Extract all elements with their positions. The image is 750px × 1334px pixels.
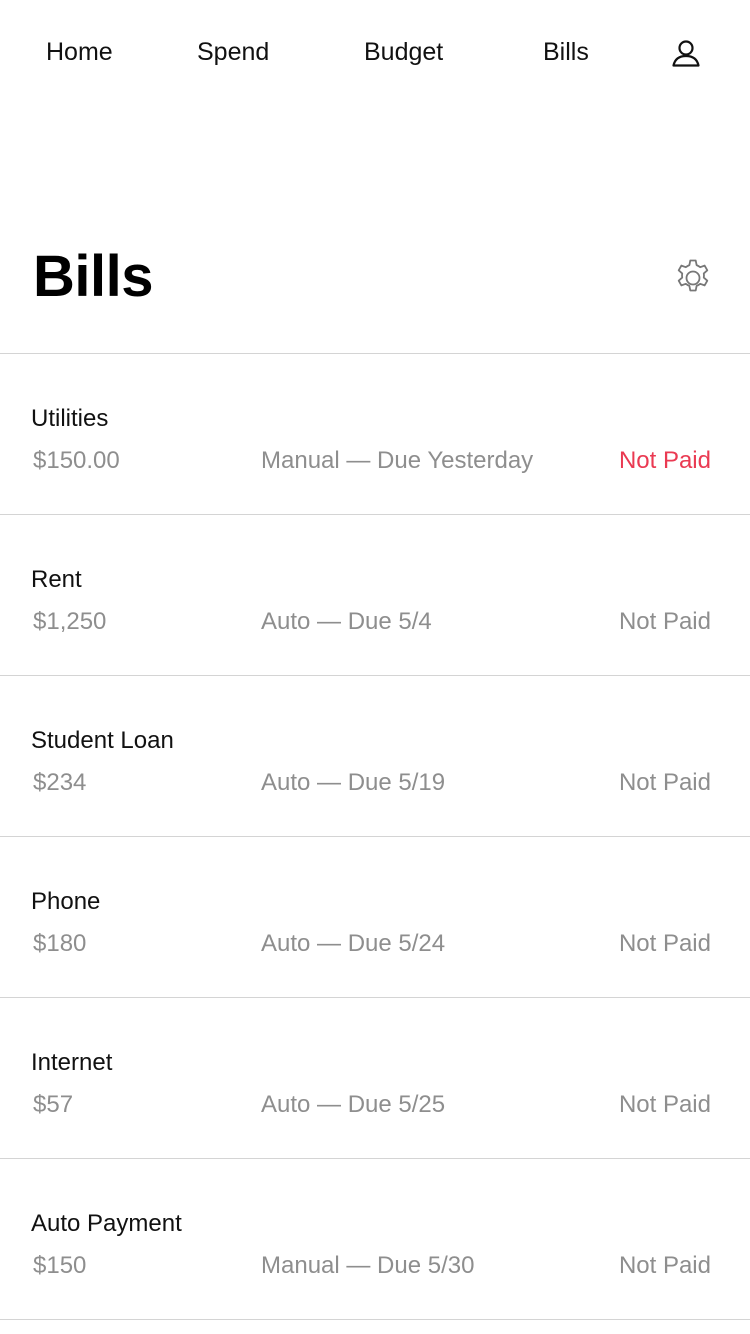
bill-schedule: Auto — Due 5/19 — [261, 769, 446, 796]
user-icon[interactable] — [670, 38, 702, 70]
bill-amount: $57 — [33, 1091, 74, 1118]
bill-schedule: Manual — Due 5/30 — [261, 1252, 475, 1279]
bill-amount: $180 — [33, 930, 87, 957]
bill-name: Internet — [31, 1049, 113, 1076]
bill-amount: $150 — [33, 1252, 87, 1279]
bill-name: Student Loan — [31, 727, 174, 754]
bill-schedule: Auto — Due 5/25 — [261, 1091, 446, 1118]
page-title: Bills — [33, 244, 154, 309]
bill-row-phone[interactable]: Phone $180 Auto — Due 5/24 Not Paid — [0, 837, 750, 997]
gear-icon[interactable] — [671, 256, 715, 300]
bill-schedule: Auto — Due 5/4 — [261, 608, 432, 635]
nav-item-home[interactable]: Home — [46, 36, 113, 68]
top-navigation: Home Spend Budget Bills — [0, 0, 750, 104]
bill-amount: $234 — [33, 769, 87, 796]
bill-row-student-loan[interactable]: Student Loan $234 Auto — Due 5/19 Not Pa… — [0, 676, 750, 836]
bill-schedule: Manual — Due Yesterday — [261, 447, 534, 474]
nav-item-budget[interactable]: Budget — [364, 36, 443, 68]
bill-schedule: Auto — Due 5/24 — [261, 930, 446, 957]
bill-name: Rent — [31, 566, 82, 593]
bill-name: Auto Payment — [31, 1210, 182, 1237]
bill-name: Utilities — [31, 405, 109, 432]
bill-row-auto-payment[interactable]: Auto Payment $150 Manual — Due 5/30 Not … — [0, 1159, 750, 1319]
bill-list: Utilities $150.00 Manual — Due Yesterday… — [0, 353, 750, 1320]
bill-row-rent[interactable]: Rent $1,250 Auto — Due 5/4 Not Paid — [0, 515, 750, 675]
bill-status: Not Paid — [618, 608, 711, 635]
nav-item-bills[interactable]: Bills — [543, 36, 589, 68]
bill-name: Phone — [31, 888, 101, 915]
bill-status: Not Paid — [618, 1091, 711, 1118]
bill-amount: $1,250 — [33, 608, 107, 635]
nav-item-spend[interactable]: Spend — [197, 36, 269, 68]
divider — [0, 1319, 750, 1320]
bill-row-internet[interactable]: Internet $57 Auto — Due 5/25 Not Paid — [0, 998, 750, 1158]
bill-amount: $150.00 — [33, 447, 120, 474]
bill-status: Not Paid — [618, 1252, 711, 1279]
bill-status: Not Paid — [618, 447, 711, 474]
bill-status: Not Paid — [618, 930, 711, 957]
bill-row-utilities[interactable]: Utilities $150.00 Manual — Due Yesterday… — [0, 354, 750, 514]
bill-status: Not Paid — [618, 769, 711, 796]
